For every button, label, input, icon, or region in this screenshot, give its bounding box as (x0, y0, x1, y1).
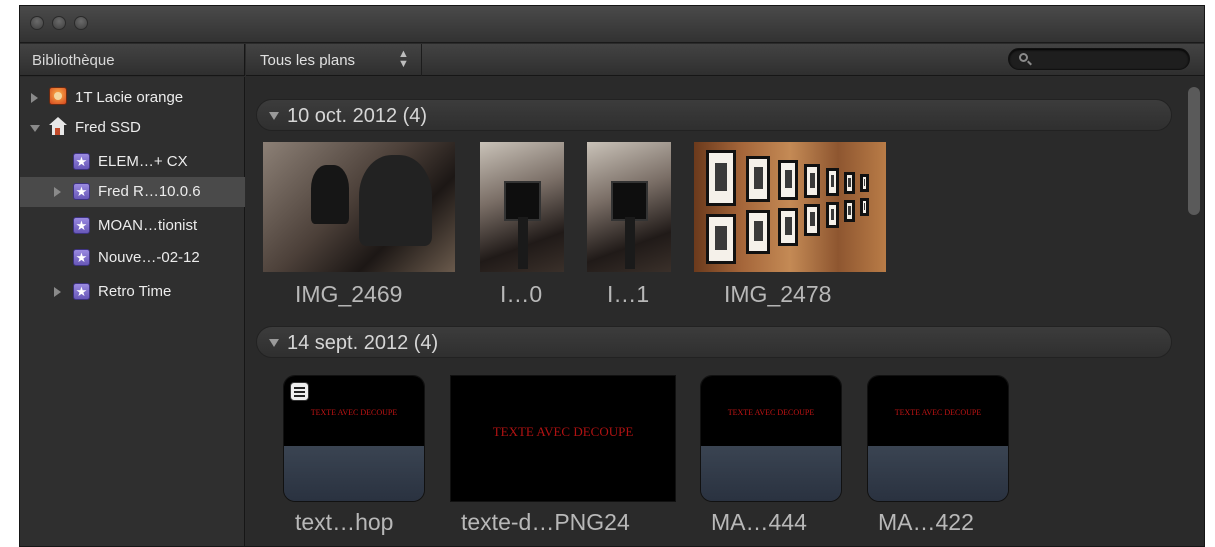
clip-overlay-text: TEXTE AVEC DECOUPE (727, 408, 815, 417)
vertical-scrollbar[interactable] (1188, 87, 1200, 215)
date-group-header[interactable]: 10 oct. 2012 (4) (256, 99, 1172, 131)
disclosure-triangle-icon[interactable] (31, 93, 38, 103)
clip-name: I…1 (607, 281, 650, 307)
clip-overlay-text: TEXTE AVEC DECOUPE (492, 424, 634, 439)
drive-icon (49, 87, 67, 105)
app-window: Bibliothèque Tous les plans ▲ ▼ 1T Lacie … (19, 5, 1205, 547)
toolbar-divider (421, 44, 422, 76)
clip-name: MA…444 (711, 509, 807, 535)
library-title: Bibliothèque (32, 52, 115, 69)
library-item-fred-ssd[interactable]: Fred SSD (20, 113, 245, 143)
chevron-updown-icon: ▲ ▼ (398, 48, 409, 70)
search-field[interactable] (1008, 48, 1190, 70)
clip-name: MA…422 (878, 509, 974, 535)
clip-thumbnail[interactable]: TEXTE AVEC DECOUPE (867, 375, 1009, 502)
event-item-label: ELEM…+ CX (98, 153, 188, 170)
disclosure-triangle-icon[interactable] (30, 125, 40, 132)
date-group-title: 14 sept. 2012 (4) (287, 332, 439, 354)
event-item-fred-r[interactable]: ★ Fred R…10.0.6 (20, 177, 245, 207)
search-icon (1019, 53, 1028, 62)
minimize-window-button[interactable] (52, 16, 66, 30)
date-group-title: 10 oct. 2012 (4) (287, 105, 428, 127)
clip-name: IMG_2469 (295, 281, 403, 307)
disclosure-triangle-icon[interactable] (54, 287, 61, 297)
date-group-header[interactable]: 14 sept. 2012 (4) (256, 326, 1172, 358)
browser-toolbar: Tous les plans ▲ ▼ (246, 44, 1204, 76)
event-item-label: Retro Time (98, 283, 172, 300)
library-header: Bibliothèque (20, 44, 245, 76)
event-item-label: MOAN…tionist (98, 217, 198, 234)
clip-name: I…0 (500, 281, 543, 307)
event-item-retro-time[interactable]: ★ Retro Time (20, 277, 245, 307)
event-star-icon: ★ (73, 217, 90, 234)
clip-name: IMG_2478 (724, 281, 832, 307)
clip-thumbnail[interactable]: TEXTE AVEC DECOUPE (283, 375, 425, 502)
house-icon (49, 117, 67, 135)
clip-thumbnail[interactable] (263, 142, 455, 272)
event-star-icon: ★ (73, 183, 90, 200)
disclosure-triangle-icon[interactable] (269, 339, 279, 347)
event-item-label: Nouve…-02-12 (98, 249, 200, 266)
clip-filter-menu[interactable]: Tous les plans (260, 52, 355, 69)
layers-icon (290, 382, 309, 401)
library-item-lacie[interactable]: 1T Lacie orange (20, 83, 245, 113)
event-star-icon: ★ (73, 249, 90, 266)
disclosure-triangle-icon[interactable] (54, 187, 61, 197)
clip-overlay-text: TEXTE AVEC DECOUPE (894, 408, 982, 417)
clip-name: texte-d…PNG24 (461, 509, 630, 535)
library-sidebar: 1T Lacie orange Fred SSD ★ ELEM…+ CX ★ F… (20, 77, 245, 546)
zoom-window-button[interactable] (74, 16, 88, 30)
event-item-elem[interactable]: ★ ELEM…+ CX (20, 147, 245, 177)
event-item-label: Fred R…10.0.6 (98, 183, 201, 200)
clip-name: text…hop (295, 509, 394, 535)
event-star-icon: ★ (73, 283, 90, 300)
clip-thumbnail[interactable] (694, 142, 886, 272)
event-star-icon: ★ (73, 153, 90, 170)
event-item-nouve[interactable]: ★ Nouve…-02-12 (20, 243, 245, 273)
title-bar (20, 6, 1204, 43)
clip-thumbnail[interactable]: TEXTE AVEC DECOUPE (700, 375, 842, 502)
library-item-label: 1T Lacie orange (75, 89, 184, 106)
event-item-moan[interactable]: ★ MOAN…tionist (20, 211, 245, 241)
library-item-label: Fred SSD (75, 119, 141, 136)
event-browser: 10 oct. 2012 (4) IMG_2469 I…0 I…1 IMG_24… (246, 77, 1204, 546)
clip-thumbnail[interactable]: TEXTE AVEC DECOUPE (450, 375, 676, 502)
clip-thumbnail[interactable] (480, 142, 564, 272)
disclosure-triangle-icon[interactable] (269, 112, 279, 120)
close-window-button[interactable] (30, 16, 44, 30)
clip-overlay-text: TEXTE AVEC DECOUPE (310, 408, 398, 417)
clip-thumbnail[interactable] (587, 142, 671, 272)
